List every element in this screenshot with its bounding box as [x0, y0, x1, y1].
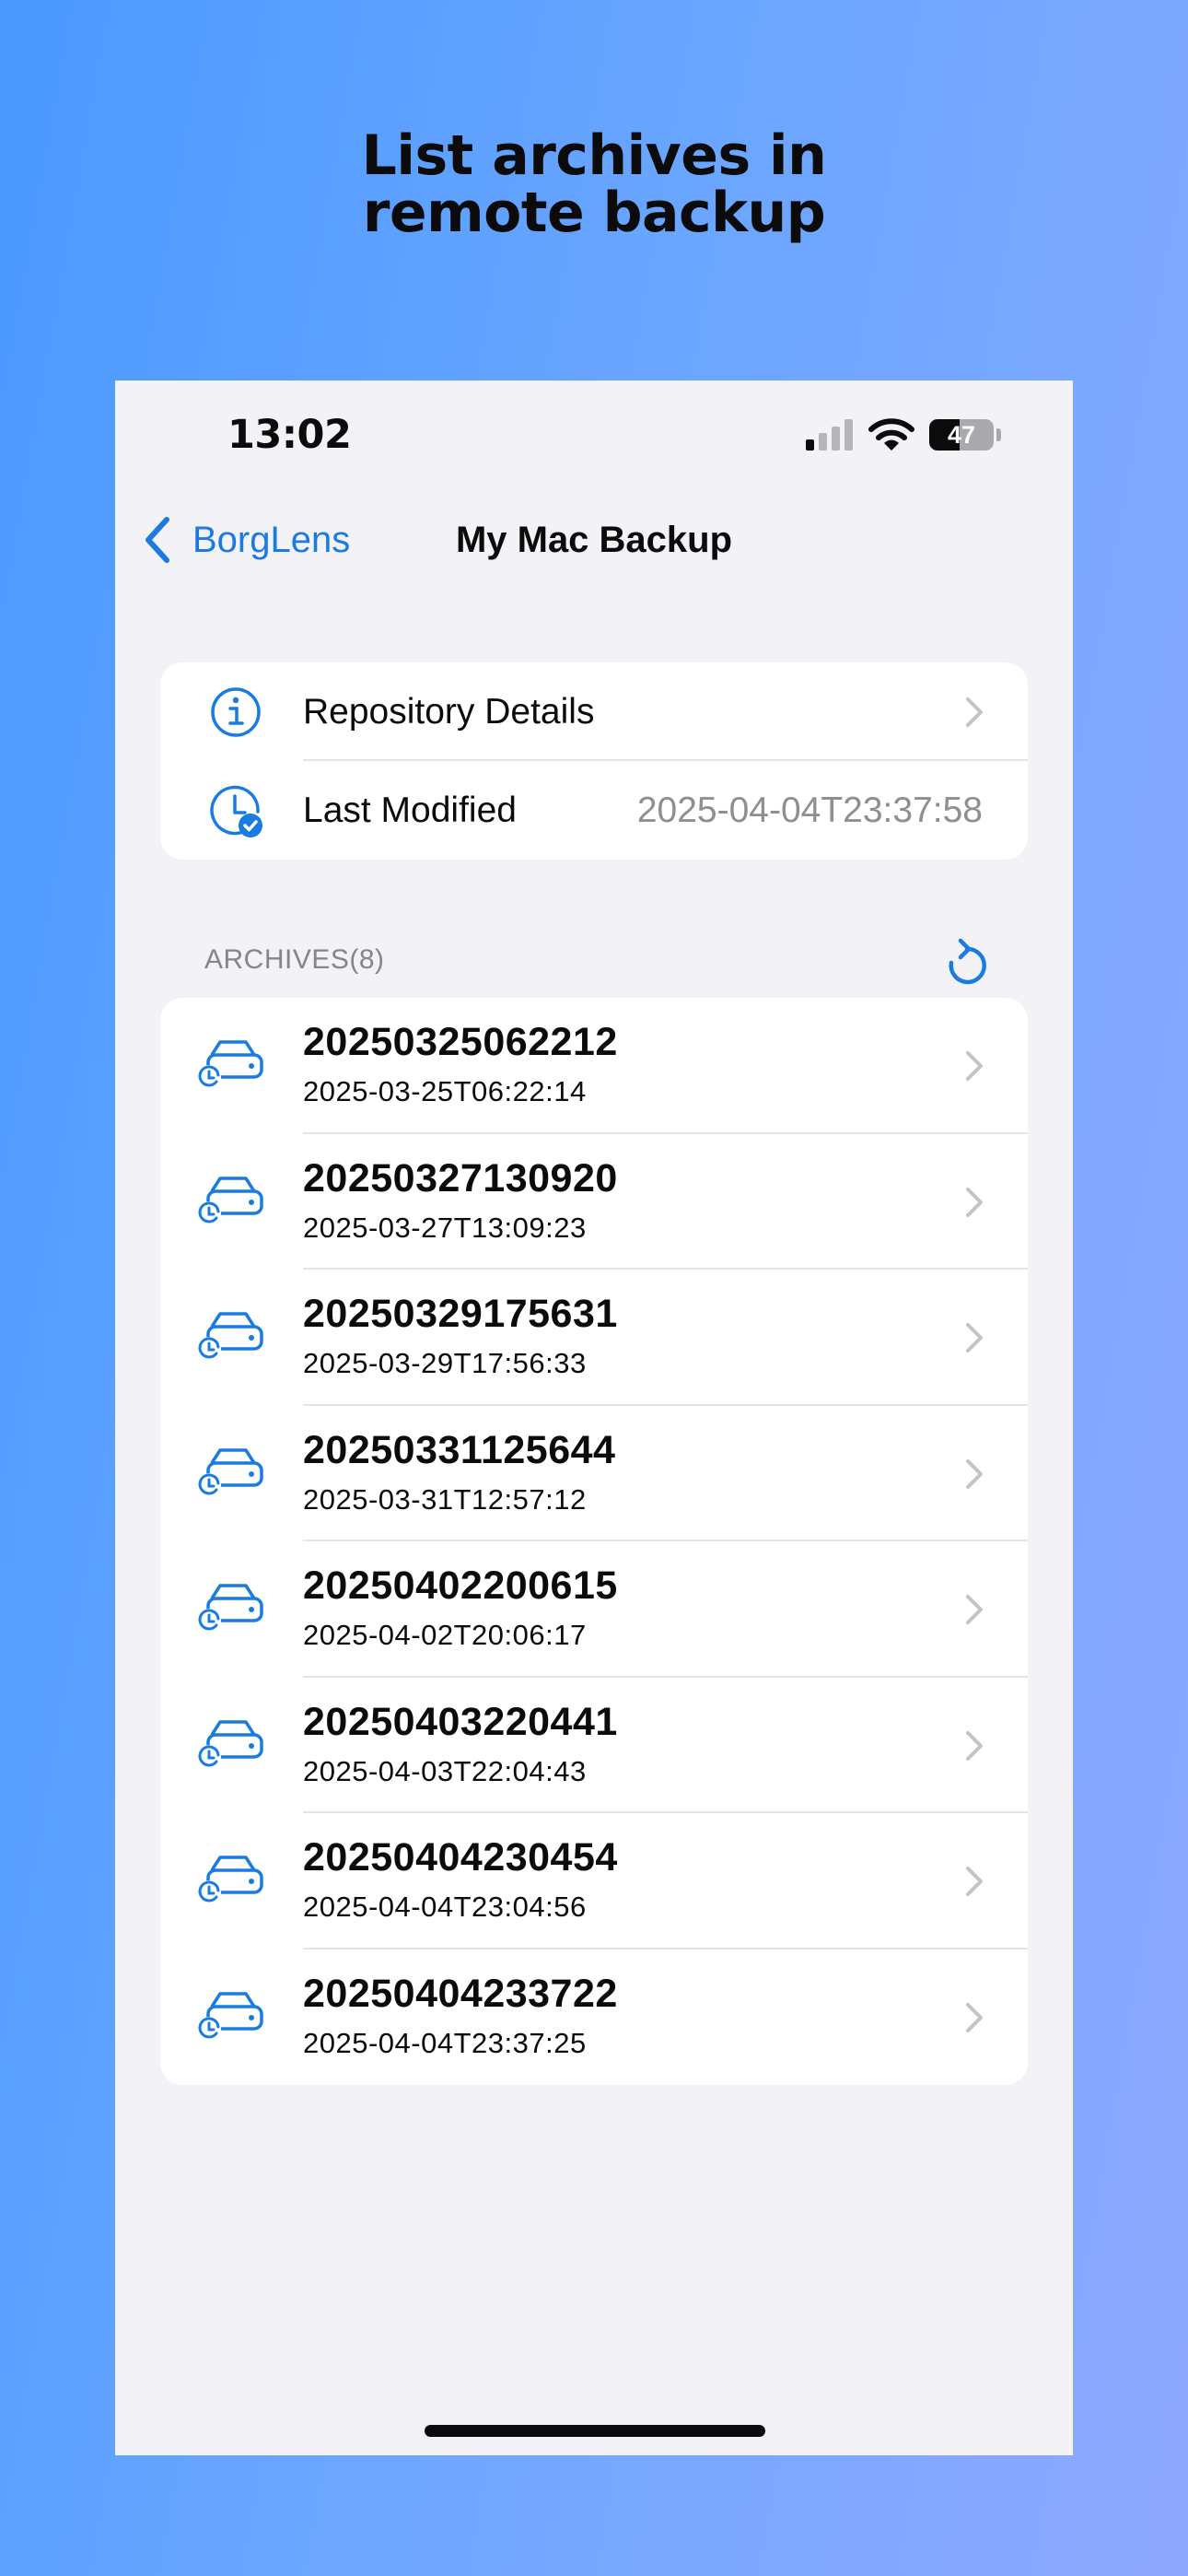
archive-date: 2025-04-03T22:04:43	[303, 1754, 587, 1787]
archive-row[interactable]: 20250331125644 2025-03-31T12:57:12	[160, 1406, 1028, 1541]
chevron-right-icon	[966, 1051, 983, 1081]
archive-date: 2025-04-04T23:04:56	[303, 1891, 587, 1923]
headline-line-2: remote backup	[362, 181, 826, 245]
archive-row[interactable]: 20250403220441 2025-04-03T22:04:43	[160, 1678, 1028, 1813]
battery-cap	[996, 428, 1001, 441]
last-modified-label: Last Modified	[303, 790, 517, 830]
chevron-right-icon	[966, 2002, 983, 2032]
home-indicator	[425, 2425, 765, 2437]
archive-row[interactable]: 20250329175631 2025-03-29T17:56:33	[160, 1270, 1028, 1406]
repository-details-row[interactable]: Repository Details	[160, 662, 1028, 761]
archives-section-header: ARCHIVES(8)	[204, 944, 385, 975]
archive-date: 2025-03-29T17:56:33	[303, 1347, 587, 1379]
archive-name: 20250327130920	[303, 1155, 618, 1200]
chevron-right-icon	[966, 1595, 983, 1624]
refresh-icon[interactable]	[942, 935, 988, 985]
last-modified-row: Last Modified 2025-04-04T23:37:58	[160, 761, 1028, 860]
status-time: 13:02	[227, 412, 352, 458]
wifi-icon	[868, 418, 914, 451]
archive-name: 20250402200615	[303, 1563, 618, 1608]
chevron-right-icon	[966, 1458, 983, 1489]
archive-date: 2025-04-04T23:37:25	[303, 2026, 587, 2059]
last-modified-value: 2025-04-04T23:37:58	[636, 790, 983, 830]
archive-date: 2025-03-31T12:57:12	[303, 1482, 587, 1516]
archive-date: 2025-03-27T13:09:23	[303, 1211, 587, 1244]
archive-name: 20250329175631	[303, 1292, 618, 1336]
archive-name: 20250325062212	[303, 1020, 618, 1064]
archive-row[interactable]: 20250325062212 2025-03-25T06:22:14	[160, 998, 1028, 1134]
archive-row[interactable]: 20250402200615 2025-04-02T20:06:17	[160, 1541, 1028, 1678]
archive-name: 20250404233722	[303, 1971, 618, 2016]
archive-date: 2025-04-02T20:06:17	[303, 1619, 587, 1651]
archive-date: 2025-03-25T06:22:14	[303, 1075, 587, 1107]
chevron-right-icon	[966, 1730, 983, 1761]
drive-history-icon	[197, 1856, 263, 1904]
archive-name: 20250331125644	[303, 1427, 616, 1472]
headline-line-1: List archives in	[361, 123, 827, 188]
battery-indicator: 47	[929, 419, 994, 451]
clock-checkmark-icon	[210, 785, 262, 837]
chevron-right-icon	[966, 1323, 983, 1352]
archive-row[interactable]: 20250404233722 2025-04-04T23:37:25	[160, 1950, 1028, 2086]
drive-history-icon	[197, 1991, 263, 2041]
drive-history-icon	[197, 1176, 263, 1225]
archive-row[interactable]: 20250404230454 2025-04-04T23:04:56	[160, 1813, 1028, 1950]
chevron-right-icon	[966, 1187, 983, 1217]
archive-row[interactable]: 20250327130920 2025-03-27T13:09:23	[160, 1134, 1028, 1270]
repository-details-label: Repository Details	[303, 691, 595, 732]
archive-name: 20250404230454	[303, 1835, 618, 1879]
chevron-right-icon	[966, 1867, 983, 1896]
archive-name: 20250403220441	[303, 1699, 618, 1744]
drive-history-icon	[197, 1719, 263, 1769]
cellular-signal-icon	[806, 419, 853, 451]
info-circle-icon	[211, 687, 261, 737]
nav-title: My Mac Backup	[455, 520, 733, 560]
headline: List archives in remote backup	[0, 127, 1188, 241]
archives-list: 20250325062212 2025-03-25T06:22:14 20250…	[160, 998, 1028, 2085]
drive-history-icon	[197, 1584, 263, 1633]
drive-history-icon	[197, 1312, 263, 1361]
phone-screen: 13:02 47 BorgLens My Mac Backup Reposito…	[115, 381, 1073, 2455]
repository-info-card: Repository Details Last Modified 2025-04…	[160, 662, 1028, 860]
chevron-right-icon	[966, 697, 983, 727]
drive-history-icon	[197, 1040, 263, 1089]
drive-history-icon	[197, 1447, 263, 1497]
